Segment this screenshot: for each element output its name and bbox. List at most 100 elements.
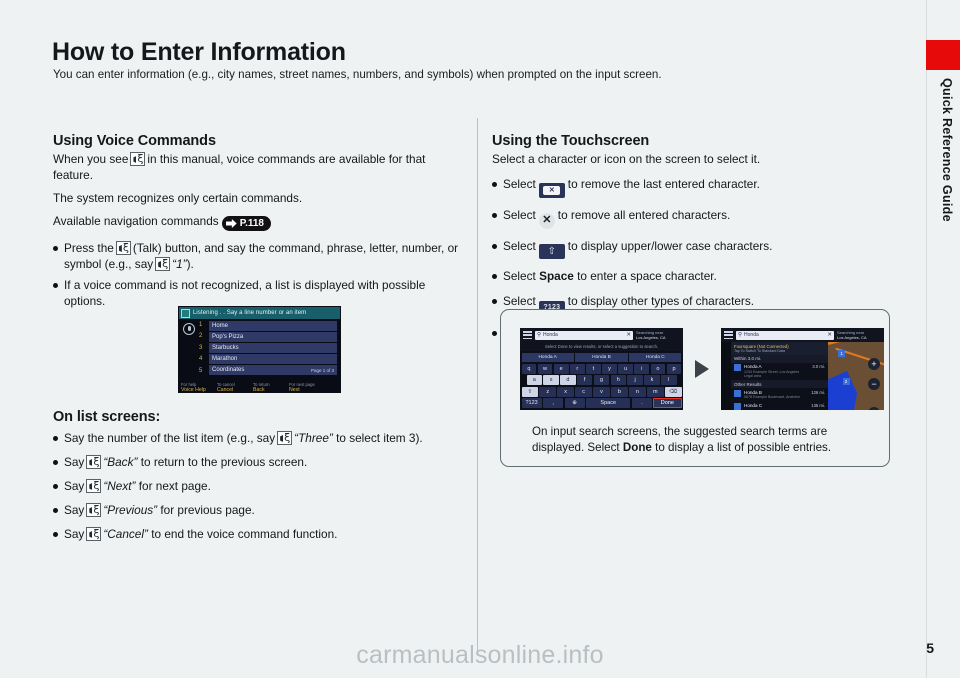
key-d[interactable]: d bbox=[560, 375, 576, 386]
list-item[interactable]: Home bbox=[209, 321, 337, 331]
list-item-label: Pop's Pizza bbox=[212, 333, 244, 340]
key-q[interactable]: q bbox=[521, 364, 537, 374]
clear-icon[interactable]: ✕ bbox=[626, 332, 631, 338]
footer-command-label: Voice Help bbox=[181, 387, 206, 393]
touch-bullet-post: to display other types of characters. bbox=[567, 294, 755, 308]
shift-key-icon[interactable]: ⇧ bbox=[521, 386, 539, 397]
search-icon: ⚲ bbox=[537, 332, 542, 338]
side-tab: Quick Reference Guide bbox=[926, 0, 960, 678]
key-a[interactable]: a bbox=[526, 375, 543, 386]
key-c[interactable]: c bbox=[575, 386, 592, 397]
map-marker-2[interactable]: 2 bbox=[842, 378, 850, 385]
page-reference-badge[interactable]: P.118 bbox=[221, 216, 271, 231]
clear-icon[interactable]: ✕ bbox=[827, 332, 832, 338]
list-item[interactable]: Honda A 1234 Example Street, Los Angeles… bbox=[731, 363, 828, 381]
key-g[interactable]: g bbox=[593, 375, 610, 386]
space-key[interactable]: Space bbox=[586, 397, 631, 408]
key-t[interactable]: t bbox=[586, 364, 601, 374]
key-k[interactable]: k bbox=[644, 375, 660, 386]
list-screen-body: 1 2 3 4 5 Home Pop's Pizza Starbucks Mar… bbox=[179, 319, 340, 382]
key-comma[interactable]: , bbox=[543, 397, 564, 408]
voice-command-icon bbox=[115, 240, 131, 256]
arrow-right-icon bbox=[225, 219, 237, 228]
key-u[interactable]: u bbox=[618, 364, 634, 374]
list-bullet-quote: “Back” bbox=[103, 455, 138, 469]
voice-command-icon bbox=[86, 478, 102, 494]
key-s[interactable]: s bbox=[543, 375, 559, 386]
list-item[interactable]: Honda C 135 mi. bbox=[731, 401, 828, 410]
map-preview[interactable]: 1 2 + − ✥ bbox=[828, 342, 884, 410]
key-e[interactable]: e bbox=[553, 364, 569, 374]
touch-bullet-pre: Select bbox=[503, 177, 536, 191]
foursquare-banner[interactable]: Foursquare (Not Connected) Tap To Switch… bbox=[731, 342, 828, 355]
clear-all-icon: ✕ bbox=[538, 212, 555, 229]
expand-icon[interactable]: ✥ bbox=[868, 407, 880, 410]
list-item[interactable]: Coordinates Page 1 of 3 bbox=[209, 365, 337, 375]
key-b[interactable]: b bbox=[611, 386, 628, 397]
zoom-in-button[interactable]: + bbox=[868, 358, 880, 370]
list-bullet-5: Say “Cancel” to end the voice command fun… bbox=[64, 526, 337, 542]
footer-command[interactable]: For help Voice Help bbox=[181, 382, 217, 394]
key-i[interactable]: i bbox=[634, 364, 650, 374]
voice-command-icon bbox=[86, 526, 102, 542]
list-item[interactable]: Pop's Pizza bbox=[209, 332, 337, 342]
search-input[interactable]: ⚲ Honda ✕ bbox=[736, 330, 834, 340]
suggestion-item[interactable]: Honda B bbox=[575, 352, 628, 362]
list-item[interactable]: Marathon bbox=[209, 354, 337, 364]
done-button[interactable]: Done bbox=[653, 397, 682, 408]
list-bullet-4: Say “Previous” for previous page. bbox=[64, 502, 255, 518]
keyboard-row-3: ⇧ z x c v b n m ⌫ bbox=[521, 386, 682, 397]
footer-command[interactable]: To cancel Cancel bbox=[217, 382, 253, 394]
symbols-key-icon[interactable]: ?123 bbox=[521, 397, 542, 408]
list-item: If a voice command is not recognized, a … bbox=[53, 277, 463, 309]
result-text: Honda A 1234 Example Street, Los Angeles… bbox=[744, 364, 809, 379]
key-h[interactable]: h bbox=[610, 375, 627, 386]
key-l[interactable]: l bbox=[661, 375, 677, 386]
suggestion-item[interactable]: Honda C bbox=[629, 352, 682, 362]
touchscreen-heading: Using the Touchscreen bbox=[492, 133, 650, 149]
voice-intro-text-a: When you see bbox=[53, 152, 129, 166]
voice-bullet-1-quote: “1” bbox=[172, 257, 187, 271]
key-z[interactable]: z bbox=[539, 386, 557, 397]
menu-icon[interactable] bbox=[724, 331, 733, 339]
list-item[interactable]: Honda B 5678 Example Boulevard, Anaheim … bbox=[731, 388, 828, 401]
list-item-label: Starbucks bbox=[212, 344, 239, 351]
list-number: 3 bbox=[199, 344, 203, 351]
footer-command-label: Cancel bbox=[217, 387, 234, 393]
search-input[interactable]: ⚲ Honda ✕ bbox=[535, 330, 633, 340]
key-n[interactable]: n bbox=[629, 386, 646, 397]
suggestion-item[interactable]: Honda A bbox=[521, 352, 574, 362]
footer-command[interactable]: To return Back bbox=[253, 382, 289, 394]
list-screen-left-rail: 1 2 3 4 5 bbox=[179, 319, 209, 382]
search-location-line2: Los Angeles, CA bbox=[636, 335, 666, 340]
backspace-key-icon[interactable]: ⌫ bbox=[664, 386, 682, 397]
voice-command-icon bbox=[86, 454, 102, 470]
result-text: Honda B 5678 Example Boulevard, Anaheim bbox=[744, 390, 808, 400]
footer-command[interactable]: For next page Next bbox=[289, 382, 325, 394]
list-bullet-post: for previous page. bbox=[160, 503, 255, 517]
menu-icon[interactable] bbox=[523, 331, 532, 339]
key-v[interactable]: v bbox=[593, 386, 610, 397]
key-r[interactable]: r bbox=[569, 364, 585, 374]
voice-list-screen-image: Listening . . Say a line number or an it… bbox=[178, 306, 341, 393]
key-w[interactable]: w bbox=[537, 364, 553, 374]
list-bullet-quote: “Cancel” bbox=[103, 527, 148, 541]
key-p[interactable]: p bbox=[666, 364, 682, 374]
list-item[interactable]: Starbucks bbox=[209, 343, 337, 353]
side-tab-color-swatch bbox=[926, 40, 960, 70]
touch-bullet-pre: Select bbox=[503, 208, 536, 222]
touch-bullet-4: Select Space to enter a space character. bbox=[503, 268, 717, 284]
key-m[interactable]: m bbox=[646, 386, 664, 397]
zoom-out-button[interactable]: − bbox=[868, 378, 880, 390]
key-j[interactable]: j bbox=[627, 375, 643, 386]
list-item: Say “Back” to return to the previous scre… bbox=[53, 454, 463, 470]
globe-key-icon[interactable]: ⊕ bbox=[564, 397, 585, 408]
map-marker-1[interactable]: 1 bbox=[838, 350, 846, 357]
key-x[interactable]: x bbox=[557, 386, 574, 397]
key-period[interactable]: . bbox=[631, 397, 652, 408]
space-label: Space bbox=[539, 269, 574, 283]
key-f[interactable]: f bbox=[576, 375, 593, 386]
key-o[interactable]: o bbox=[650, 364, 666, 374]
key-y[interactable]: y bbox=[602, 364, 617, 374]
callout-box: ⚲ Honda ✕ Searching near Los Angeles, CA… bbox=[500, 309, 890, 467]
